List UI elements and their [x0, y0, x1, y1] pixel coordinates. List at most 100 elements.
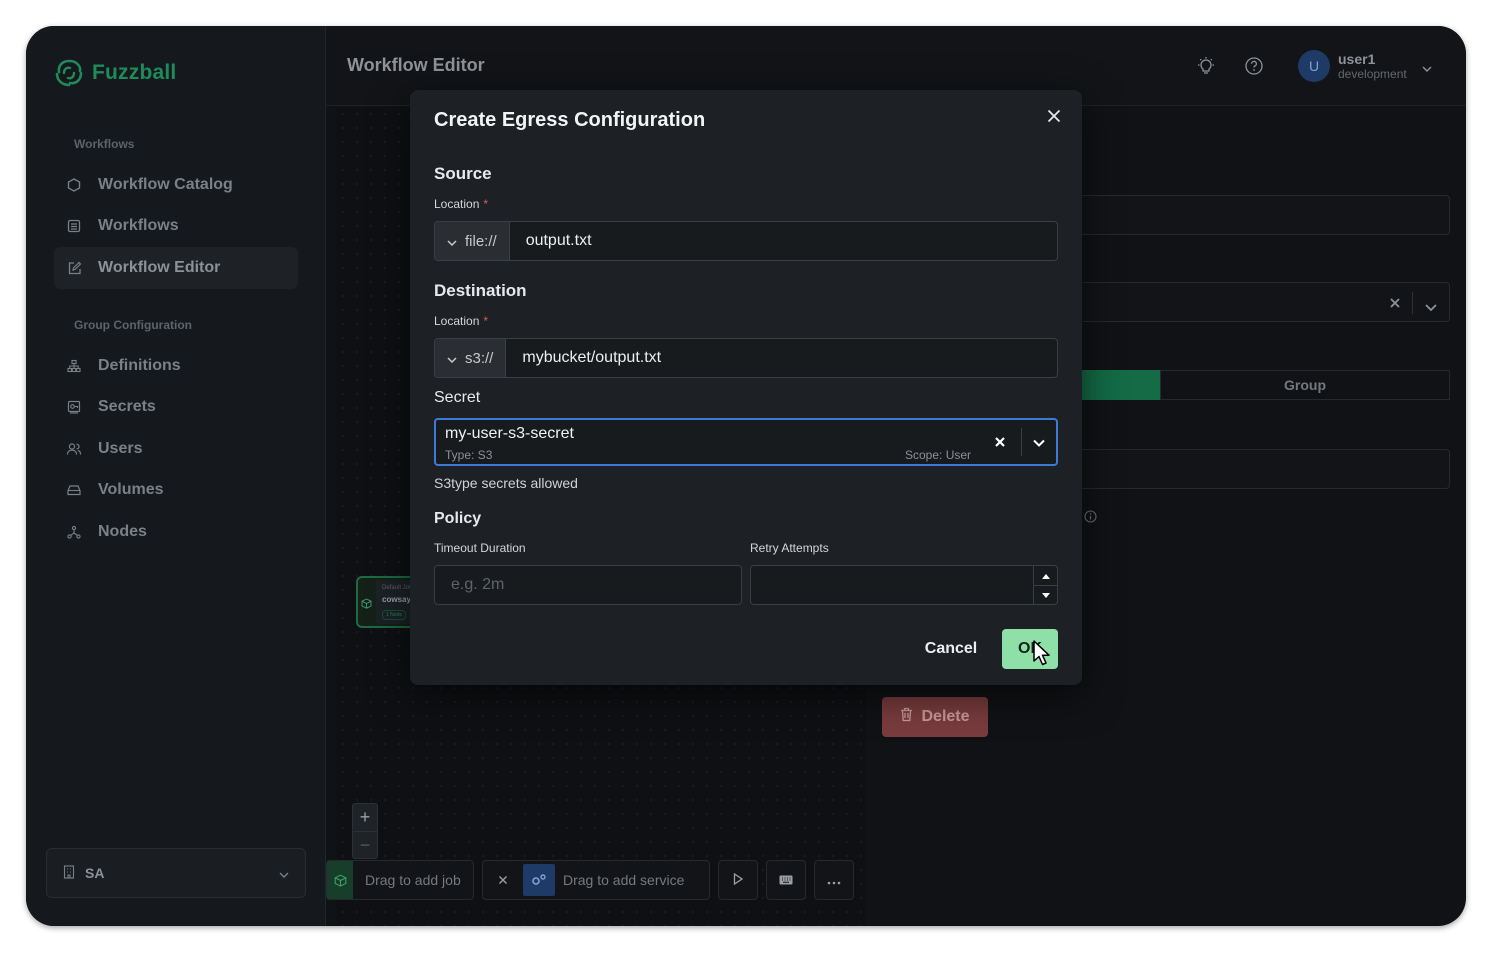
organization-select[interactable]: SA [46, 848, 306, 898]
source-location-input[interactable]: file:// output.txt [434, 221, 1058, 261]
secret-scope: Scope: User [905, 448, 972, 462]
more-button[interactable] [814, 860, 854, 900]
destination-location-input[interactable]: s3:// mybucket/output.txt [434, 338, 1058, 378]
organization-value: SA [85, 865, 105, 881]
keyboard-button[interactable] [766, 860, 806, 900]
sidebar-item-volumes[interactable]: Volumes [54, 469, 298, 511]
timeout-label: Timeout Duration [434, 541, 526, 555]
chevron-down-icon[interactable] [1422, 59, 1432, 77]
modal-title: Create Egress Configuration [434, 109, 706, 131]
add-job-drag-source[interactable]: Drag to add job [326, 860, 474, 900]
sidebar-item-label: Workflows [98, 217, 179, 234]
user-environment: development [1338, 67, 1407, 81]
chevron-down-icon[interactable] [1425, 299, 1437, 317]
play-icon [733, 872, 744, 888]
sitemap-icon [66, 358, 82, 374]
sidebar-item-label: Secrets [98, 398, 156, 415]
hexagon-icon [66, 177, 82, 193]
divider [1412, 292, 1413, 314]
sidebar-item-label: Nodes [98, 523, 147, 540]
destination-location-label: Location * [434, 314, 489, 328]
policy-heading: Policy [434, 510, 482, 527]
help-icon[interactable] [1244, 56, 1264, 76]
destination-heading: Destination [434, 281, 527, 300]
app-window: Fuzzball Workflows Workflow Catalog Work… [26, 26, 1466, 926]
sidebar-item-label: Definitions [98, 357, 181, 374]
panel-select-field[interactable] [1066, 282, 1450, 322]
destination-location-value: mybucket/output.txt [522, 349, 662, 366]
caret-up-icon [1041, 567, 1051, 585]
chevron-down-icon [447, 233, 457, 250]
chevron-down-icon[interactable] [1032, 435, 1046, 453]
sidebar-item-workflow-editor[interactable]: Workflow Editor [54, 247, 298, 289]
source-location-value: output.txt [525, 232, 592, 249]
panel-input-field[interactable] [1066, 195, 1450, 235]
zoom-in-button[interactable]: + [353, 804, 377, 831]
brand-logo[interactable]: Fuzzball [54, 58, 176, 88]
decrement-button[interactable] [1034, 585, 1057, 604]
secret-heading: Secret [434, 389, 481, 406]
delete-button[interactable]: Delete [882, 697, 988, 737]
more-icon [827, 872, 841, 888]
source-scheme-select[interactable]: file:// [435, 222, 510, 260]
sidebar-item-nodes[interactable]: Nodes [54, 511, 298, 553]
mouse-cursor-icon [1032, 639, 1054, 672]
destination-scheme-select[interactable]: s3:// [435, 339, 507, 377]
users-icon [66, 441, 82, 457]
timeout-input[interactable]: e.g. 2m [434, 565, 742, 605]
source-location-label: Location * [434, 197, 489, 211]
sidebar-item-label: Users [98, 440, 143, 457]
key-icon [66, 399, 82, 415]
retry-attempts-input[interactable] [750, 565, 1058, 605]
cube-icon [327, 861, 353, 899]
sidebar-item-workflows[interactable]: Workflows [54, 205, 298, 247]
run-button[interactable] [718, 860, 758, 900]
user-name: user1 [1338, 51, 1376, 67]
sidebar-item-definitions[interactable]: Definitions [54, 345, 298, 387]
zoom-controls: + − [352, 803, 378, 859]
zoom-out-button[interactable]: − [353, 831, 377, 858]
panel-input-field[interactable] [1066, 449, 1450, 489]
cube-icon [361, 596, 372, 614]
chevron-down-icon [279, 865, 289, 881]
sidebar-item-users[interactable]: Users [54, 428, 298, 470]
retry-label: Retry Attempts [750, 541, 829, 555]
increment-button[interactable] [1034, 566, 1057, 585]
retry-stepper [1033, 566, 1057, 604]
sidebar-item-workflow-catalog[interactable]: Workflow Catalog [54, 164, 298, 206]
brand-name: Fuzzball [92, 61, 177, 84]
segment-option-group[interactable]: Group [1160, 370, 1450, 400]
add-service-label: Drag to add service [563, 872, 685, 888]
secret-helper-text: S3type secrets allowed [434, 475, 578, 491]
page-title: Workflow Editor [347, 55, 485, 75]
list-icon [66, 218, 82, 234]
clear-icon[interactable] [1389, 296, 1401, 314]
secret-select[interactable]: my-user-s3-secret Type: S3 Scope: User [434, 418, 1058, 466]
node-title: Default Job [382, 585, 413, 591]
sidebar-item-label: Workflow Catalog [98, 176, 233, 193]
close-icon[interactable] [1044, 106, 1064, 126]
fuzzball-logo-icon [55, 59, 83, 87]
sidebar-item-label: Workflow Editor [98, 259, 221, 276]
add-service-drag-source[interactable]: Drag to add service [482, 860, 710, 900]
edit-icon [66, 260, 82, 276]
lightbulb-icon[interactable] [1196, 56, 1216, 76]
cancel-button[interactable]: Cancel [916, 631, 986, 667]
segment-option-selected[interactable] [1082, 370, 1160, 400]
add-job-label: Drag to add job [365, 872, 461, 888]
avatar[interactable]: U [1298, 50, 1330, 82]
trash-icon [900, 707, 913, 727]
gears-icon [523, 864, 555, 896]
timeout-placeholder: e.g. 2m [451, 576, 505, 593]
sidebar-item-secrets[interactable]: Secrets [54, 386, 298, 428]
section-label-workflows: Workflows [74, 137, 135, 151]
create-egress-modal: Create Egress Configuration Source Locat… [410, 90, 1082, 685]
caret-down-icon [1041, 586, 1051, 604]
clear-icon[interactable] [992, 434, 1008, 450]
drive-icon [66, 482, 82, 498]
node-tag: 1 Node [382, 610, 407, 620]
source-heading: Source [434, 164, 492, 183]
chevron-down-icon [447, 350, 457, 367]
sidebar-item-label: Volumes [98, 481, 164, 498]
close-icon[interactable] [483, 875, 523, 885]
